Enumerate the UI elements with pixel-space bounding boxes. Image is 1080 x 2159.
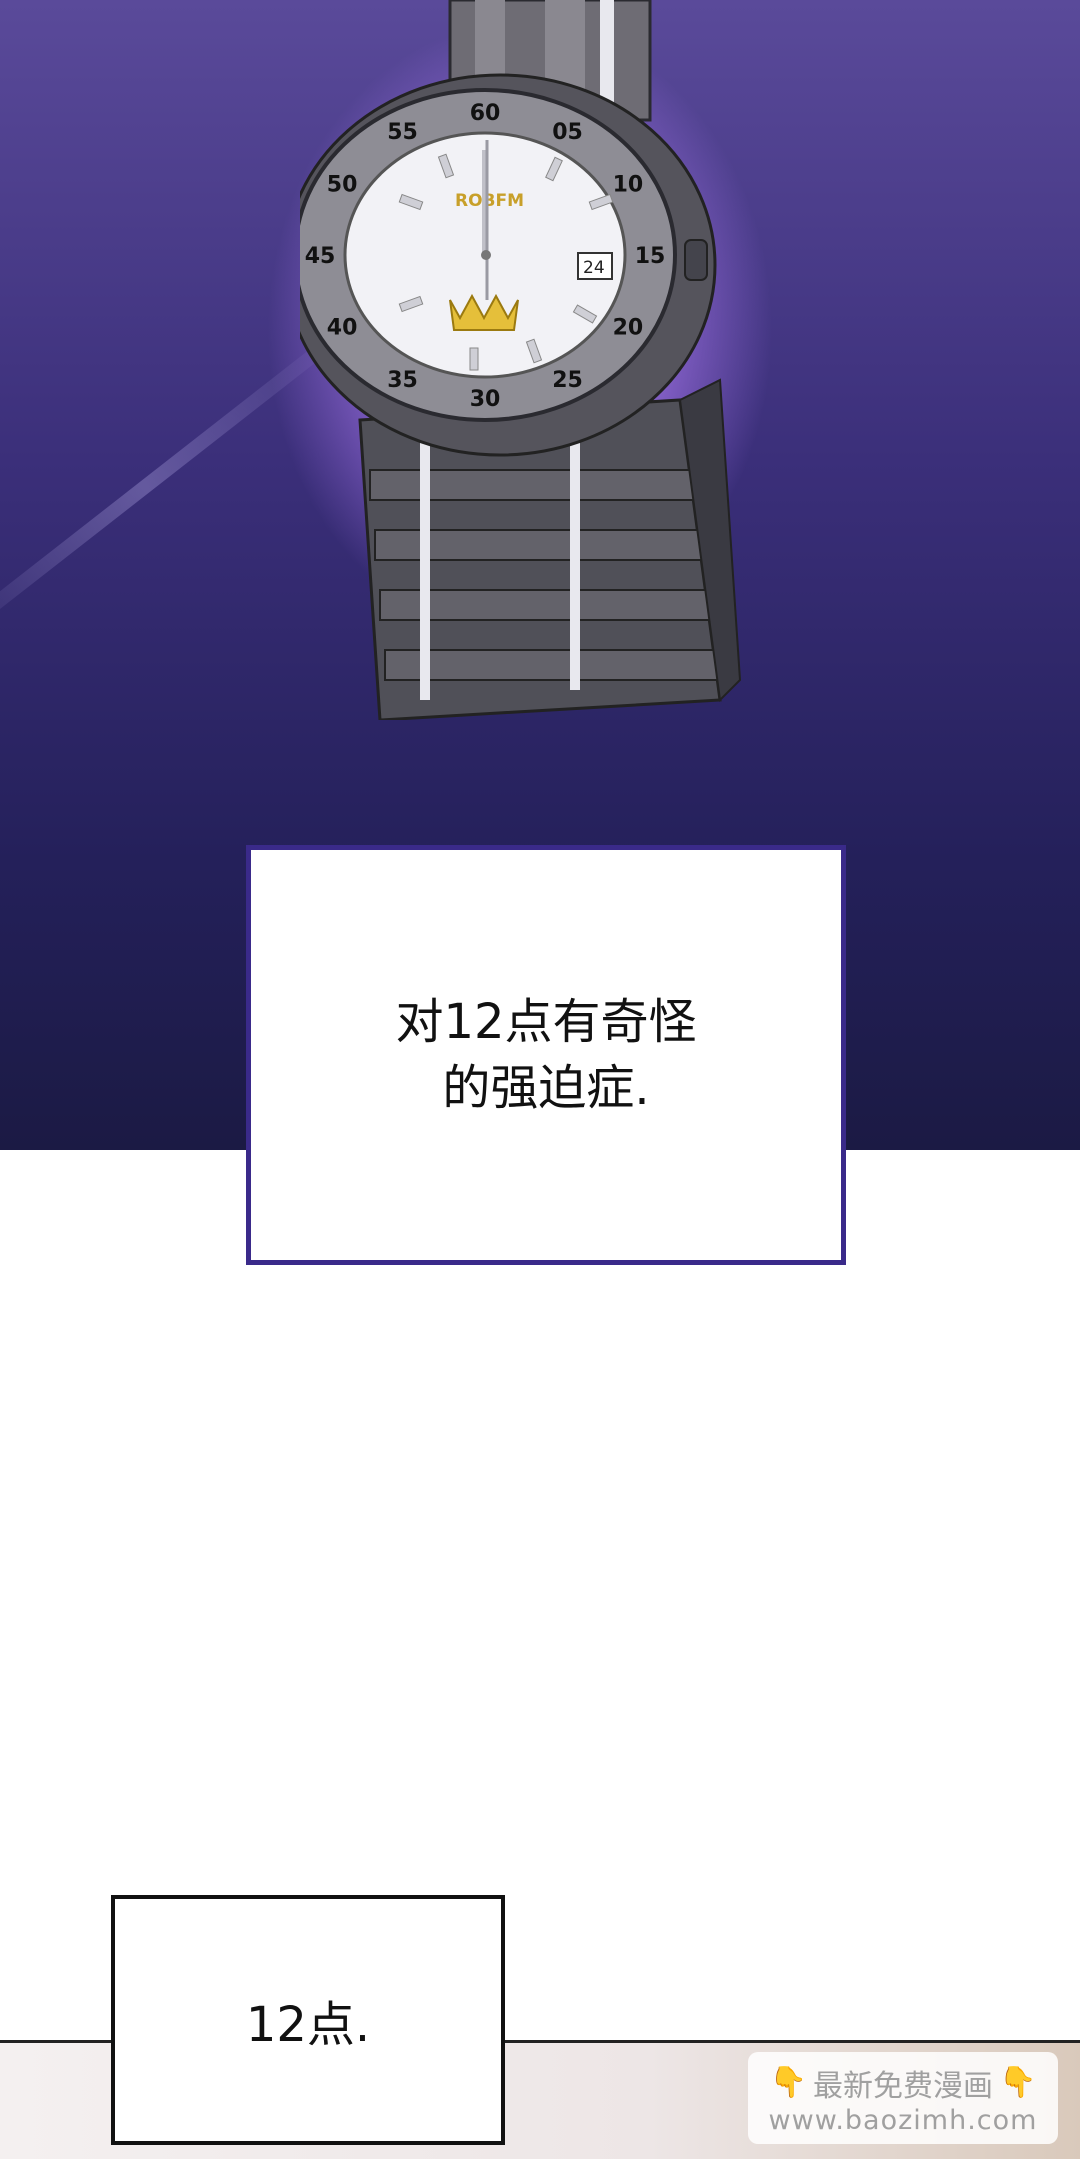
caption-text-small: 12点. (245, 1997, 371, 2053)
bezel-number: 35 (387, 368, 418, 393)
watch-brand: ROBFM (455, 191, 524, 211)
watermark-url: www.baozimh.com (768, 2104, 1038, 2136)
watermark-title-row: 👇 最新免费漫画 👇 (770, 2061, 1037, 2105)
bezel-number: 45 (305, 244, 336, 269)
wristwatch-illustration: ROBFM 24 60 05 10 15 20 25 30 35 40 45 50 55 (300, 0, 742, 720)
bezel-number: 55 (387, 120, 418, 145)
caption-box-small: 12点. (111, 1895, 505, 2145)
watermark-line1: 最新免费漫画 (813, 2068, 993, 2104)
bezel-number: 25 (552, 368, 583, 393)
bezel-number: 40 (327, 316, 358, 341)
bezel-number: 60 (470, 101, 501, 126)
bezel-number: 15 (635, 244, 666, 269)
bezel-number: 20 (613, 316, 644, 341)
caption-text-main: 对12点有奇怪 的强迫症. (395, 994, 697, 1116)
bezel-number: 05 (552, 120, 583, 145)
watermark-badge[interactable]: 👇 最新免费漫画 👇 www.baozimh.com (748, 2052, 1058, 2144)
caption-box-main: 对12点有奇怪 的强迫症. (246, 845, 846, 1265)
bezel-number: 30 (470, 387, 501, 412)
pointing-down-hand-icon: 👇 (769, 2065, 807, 2100)
pointing-down-hand-icon: 👇 (999, 2065, 1037, 2100)
bezel-number: 10 (613, 173, 644, 198)
date-value: 24 (583, 258, 605, 278)
bezel-number: 50 (327, 173, 358, 198)
crown-icon (684, 239, 708, 281)
hand-pivot (481, 250, 491, 260)
